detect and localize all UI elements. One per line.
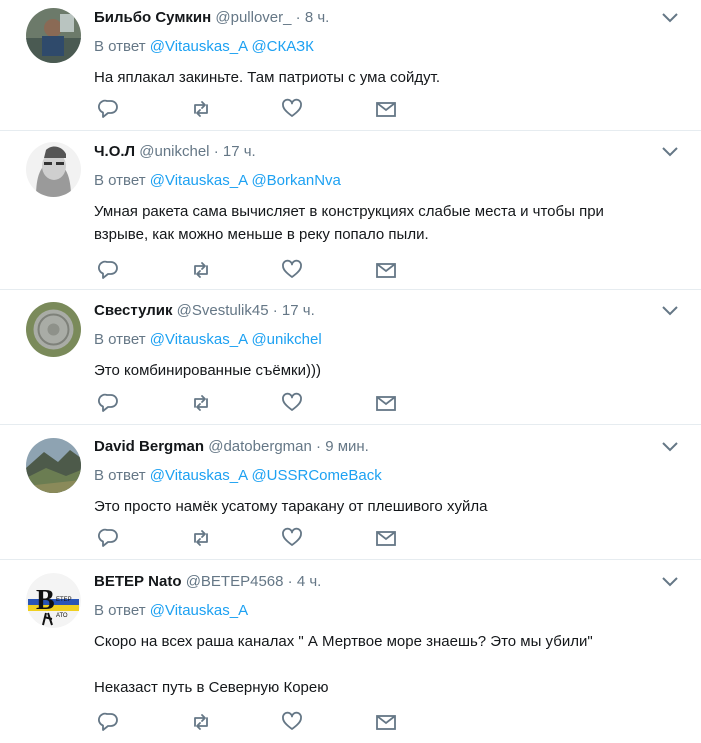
heart-icon[interactable] [281, 98, 303, 120]
reply-prefix: В ответ [94, 467, 146, 484]
reply-icon[interactable] [98, 392, 120, 414]
tweet-text: На яплакал закиньте. Там патриоты с ума … [94, 69, 441, 86]
tweet-header: Свестулик @Svestulik45 · 17 ч. [94, 301, 681, 321]
heart-icon[interactable] [281, 527, 303, 549]
tweet-text: Это просто намёк усатому таракану от пле… [94, 498, 488, 515]
envelope-icon[interactable] [375, 711, 397, 733]
display-name[interactable]: David Bergman [94, 438, 204, 455]
chevron-down-icon[interactable] [659, 10, 681, 26]
tweet-item[interactable]: В ЕТЕР АТО ВЕТЕР Nato @BETEP4568 · 4 ч. … [0, 560, 701, 743]
tweet-actions [98, 259, 418, 281]
user-handle[interactable]: @BETEP4568 [186, 573, 284, 590]
reply-icon[interactable] [98, 98, 120, 120]
envelope-icon[interactable] [375, 527, 397, 549]
reply-icon[interactable] [98, 711, 120, 733]
retweet-icon[interactable] [190, 392, 212, 414]
avatar[interactable]: В ЕТЕР АТО [26, 573, 81, 628]
display-name[interactable]: Ч.О.Л [94, 143, 135, 160]
reply-context: В ответ @Vitauskas_A [94, 601, 681, 621]
reply-context: В ответ @Vitauskas_A @СКАЗК [94, 37, 681, 57]
svg-text:ЕТЕР: ЕТЕР [56, 597, 72, 603]
mention-link[interactable]: @СКАЗК [251, 38, 313, 55]
reply-icon[interactable] [98, 259, 120, 281]
timestamp[interactable]: 4 ч. [297, 573, 322, 590]
chevron-down-icon[interactable] [659, 144, 681, 160]
reply-prefix: В ответ [94, 38, 146, 55]
tweet-text: Это комбинированные съёмки))) [94, 362, 321, 379]
reply-context: В ответ @Vitauskas_A @unikchel [94, 330, 681, 350]
separator-dot: · [316, 438, 322, 455]
tweet-actions [98, 98, 418, 120]
chevron-down-icon[interactable] [659, 439, 681, 455]
envelope-icon[interactable] [375, 98, 397, 120]
chevron-down-icon[interactable] [659, 303, 681, 319]
tweet-item[interactable]: Свестулик @Svestulik45 · 17 ч. В ответ @… [0, 290, 701, 425]
timestamp[interactable]: 17 ч. [223, 143, 256, 160]
mention-link[interactable]: @Vitauskas_A [150, 38, 248, 55]
avatar[interactable] [26, 142, 81, 197]
tweet-header: Ч.О.Л @unikchel · 17 ч. [94, 142, 681, 162]
separator-dot: · [287, 573, 293, 590]
timestamp[interactable]: 17 ч. [282, 302, 315, 319]
tweet-item[interactable]: Бильбо Сумкин @pullover_ · 8 ч. В ответ … [0, 0, 701, 131]
user-handle[interactable]: @Svestulik45 [177, 302, 269, 319]
reply-prefix: В ответ [94, 602, 146, 619]
reply-prefix: В ответ [94, 172, 146, 189]
mention-link[interactable]: @Vitauskas_A [150, 602, 248, 619]
tweet-actions [98, 711, 418, 733]
avatar-letter: В [36, 585, 55, 616]
retweet-icon[interactable] [190, 98, 212, 120]
svg-text:АТО: АТО [56, 613, 68, 619]
tweet-text: Скоро на всех раша каналах " А Мертвое м… [94, 633, 593, 696]
separator-dot: · [213, 143, 219, 160]
chevron-down-icon[interactable] [659, 574, 681, 590]
user-handle[interactable]: @unikchel [139, 143, 209, 160]
avatar[interactable] [26, 438, 81, 493]
heart-icon[interactable] [281, 711, 303, 733]
tweet-item[interactable]: Ч.О.Л @unikchel · 17 ч. В ответ @Vitausk… [0, 131, 701, 290]
timestamp[interactable]: 9 мин. [325, 438, 369, 455]
avatar[interactable] [26, 302, 81, 357]
retweet-icon[interactable] [190, 527, 212, 549]
tweet-text: Умная ракета сама вычисляет в конструкци… [94, 203, 604, 243]
heart-icon[interactable] [281, 259, 303, 281]
user-handle[interactable]: @pullover_ [215, 9, 291, 26]
mention-link[interactable]: @USSRComeBack [251, 467, 381, 484]
mention-link[interactable]: @Vitauskas_A [150, 331, 248, 348]
mention-link[interactable]: @Vitauskas_A [150, 172, 248, 189]
mention-link[interactable]: @unikchel [251, 331, 321, 348]
mention-link[interactable]: @BorkanNva [251, 172, 340, 189]
avatar[interactable] [26, 8, 81, 63]
envelope-icon[interactable] [375, 392, 397, 414]
reply-context: В ответ @Vitauskas_A @USSRComeBack [94, 466, 681, 486]
retweet-icon[interactable] [190, 259, 212, 281]
display-name[interactable]: Свестулик [94, 302, 172, 319]
user-handle[interactable]: @datobergman [208, 438, 312, 455]
envelope-icon[interactable] [375, 259, 397, 281]
reply-icon[interactable] [98, 527, 120, 549]
tweet-header: ВЕТЕР Nato @BETEP4568 · 4 ч. [94, 572, 681, 592]
tweet-header: David Bergman @datobergman · 9 мин. [94, 437, 681, 457]
tweet-item[interactable]: David Bergman @datobergman · 9 мин. В от… [0, 425, 701, 560]
display-name[interactable]: Бильбо Сумкин [94, 9, 211, 26]
display-name[interactable]: ВЕТЕР Nato [94, 573, 182, 590]
heart-icon[interactable] [281, 392, 303, 414]
mention-link[interactable]: @Vitauskas_A [150, 467, 248, 484]
reply-prefix: В ответ [94, 331, 146, 348]
tweet-header: Бильбо Сумкин @pullover_ · 8 ч. [94, 8, 681, 28]
separator-dot: · [295, 9, 301, 26]
separator-dot: · [272, 302, 278, 319]
reply-context: В ответ @Vitauskas_A @BorkanNva [94, 171, 681, 191]
tweet-actions [98, 527, 418, 549]
timestamp[interactable]: 8 ч. [305, 9, 330, 26]
tweet-actions [98, 392, 418, 414]
retweet-icon[interactable] [190, 711, 212, 733]
